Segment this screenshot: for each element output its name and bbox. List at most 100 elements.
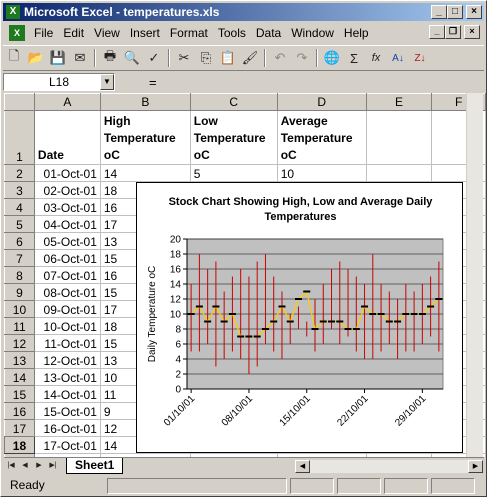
menu-help[interactable]: Help xyxy=(339,26,374,40)
row-header[interactable]: 11 xyxy=(4,317,35,335)
print-icon[interactable]: 🖶 xyxy=(99,47,121,69)
row-header[interactable]: 5 xyxy=(4,215,35,233)
tab-sheet1[interactable]: Sheet1 xyxy=(66,458,124,474)
function-icon[interactable]: fx xyxy=(365,47,387,69)
formula-equals[interactable]: = xyxy=(149,75,157,90)
date-cell[interactable]: 17-Oct-01 xyxy=(34,436,101,454)
row-header[interactable]: 17 xyxy=(4,419,35,437)
row-header[interactable]: 7 xyxy=(4,249,35,267)
previous-sheet-button[interactable]: ◀ xyxy=(18,459,32,473)
scroll-left-icon[interactable]: ◀ xyxy=(295,459,310,473)
name-box[interactable]: L18 ▼ xyxy=(3,73,115,91)
menu-window[interactable]: Window xyxy=(286,26,339,40)
row-header[interactable]: 14 xyxy=(4,368,35,386)
save-icon[interactable]: 💾 xyxy=(47,47,69,69)
date-cell[interactable]: 13-Oct-01 xyxy=(34,368,101,386)
vertical-scrollbar[interactable] xyxy=(466,93,483,457)
row-header[interactable]: 18 xyxy=(4,436,35,454)
email-icon[interactable]: ✉ xyxy=(69,47,91,69)
row-header[interactable]: 16 xyxy=(4,402,35,420)
stock-chart[interactable]: Stock Chart Showing High, Low and Averag… xyxy=(136,182,463,453)
column-header-a[interactable]: A xyxy=(33,93,101,111)
cell-a1[interactable]: Date xyxy=(34,110,101,165)
undo-icon[interactable]: ↶ xyxy=(269,47,291,69)
select-all-corner[interactable] xyxy=(4,93,35,111)
cell-c1[interactable]: Low Temperature oC xyxy=(190,110,278,165)
row-header[interactable]: 4 xyxy=(4,198,35,216)
row-header[interactable]: 1 xyxy=(4,110,35,165)
formula-input[interactable] xyxy=(165,73,465,91)
date-cell[interactable]: 16-Oct-01 xyxy=(34,419,101,437)
open-icon[interactable]: 📂 xyxy=(25,47,47,69)
sort-ascending-icon[interactable]: A↓ xyxy=(387,47,409,69)
menu-file[interactable]: File xyxy=(29,26,58,40)
date-cell[interactable]: 07-Oct-01 xyxy=(34,266,101,284)
menu-data[interactable]: Data xyxy=(251,26,286,40)
minimize-button[interactable]: _ xyxy=(431,5,447,19)
next-sheet-button[interactable]: ▶ xyxy=(32,459,46,473)
restore-button[interactable]: □ xyxy=(447,5,463,19)
sort-descending-icon[interactable]: Z↓ xyxy=(409,47,431,69)
column-header-c[interactable]: C xyxy=(189,93,278,111)
column-header-e[interactable]: E xyxy=(365,93,433,111)
cell-e1[interactable] xyxy=(366,110,433,165)
date-cell[interactable]: 12-Oct-01 xyxy=(34,351,101,369)
row-header[interactable]: 9 xyxy=(4,283,35,301)
workbook-restore-button[interactable]: ❐ xyxy=(445,25,461,39)
date-cell[interactable]: 06-Oct-01 xyxy=(34,249,101,267)
menu-format[interactable]: Format xyxy=(165,26,213,40)
date-cell[interactable]: 14-Oct-01 xyxy=(34,385,101,403)
menu-view[interactable]: View xyxy=(89,26,125,40)
format-painter-icon[interactable]: 🖌 xyxy=(239,47,261,69)
excel-app-icon[interactable]: X xyxy=(6,5,20,19)
date-cell[interactable]: 03-Oct-01 xyxy=(34,198,101,216)
cut-icon[interactable]: ✂ xyxy=(173,47,195,69)
column-header-b[interactable]: B xyxy=(99,93,191,111)
date-cell[interactable]: 02-Oct-01 xyxy=(34,181,101,199)
redo-icon[interactable]: ↷ xyxy=(291,47,313,69)
row-header[interactable]: 10 xyxy=(4,300,35,318)
chevron-down-icon[interactable]: ▼ xyxy=(100,74,114,90)
row-header[interactable]: 6 xyxy=(4,232,35,250)
row-header[interactable]: 12 xyxy=(4,334,35,352)
date-cell[interactable]: 15-Oct-01 xyxy=(34,402,101,420)
date-cell[interactable]: 04-Oct-01 xyxy=(34,215,101,233)
close-button[interactable]: × xyxy=(466,5,482,19)
column-header-d[interactable]: D xyxy=(276,93,367,111)
new-icon[interactable]: 🗋 xyxy=(3,47,25,69)
first-sheet-button[interactable]: |◀ xyxy=(4,459,18,473)
workbook-icon[interactable]: X xyxy=(9,25,25,41)
spelling-icon[interactable]: ✓ xyxy=(143,47,165,69)
autosum-icon[interactable]: Σ xyxy=(343,47,365,69)
date-cell[interactable]: 11-Oct-01 xyxy=(34,334,101,352)
date-cell[interactable]: 09-Oct-01 xyxy=(34,300,101,318)
print-preview-icon[interactable]: 🔍 xyxy=(121,47,143,69)
date-cell[interactable]: 05-Oct-01 xyxy=(34,232,101,250)
paste-icon[interactable]: 📋 xyxy=(217,47,239,69)
cell-b1[interactable]: High Temperature oC xyxy=(100,110,191,165)
menu-insert[interactable]: Insert xyxy=(125,26,165,40)
worksheet-grid[interactable]: A B C D E F 1 Date High Temperature oC L… xyxy=(4,93,486,457)
scroll-right-icon[interactable]: ▶ xyxy=(468,459,483,473)
high-cell[interactable]: 14 xyxy=(100,164,191,182)
row-header[interactable]: 13 xyxy=(4,351,35,369)
menu-edit[interactable]: Edit xyxy=(58,26,89,40)
row-header[interactable]: 15 xyxy=(4,385,35,403)
date-cell[interactable]: 10-Oct-01 xyxy=(34,317,101,335)
date-cell[interactable]: 08-Oct-01 xyxy=(34,283,101,301)
cell-d1[interactable]: Average Temperature oC xyxy=(277,110,367,165)
copy-icon[interactable]: ⎘ xyxy=(195,47,217,69)
workbook-minimize-button[interactable]: _ xyxy=(429,25,445,39)
last-sheet-button[interactable]: ▶| xyxy=(46,459,60,473)
low-cell[interactable]: 5 xyxy=(190,164,278,182)
average-cell[interactable]: 10 xyxy=(277,164,367,182)
menu-tools[interactable]: Tools xyxy=(213,26,251,40)
hyperlink-icon[interactable]: 🌐 xyxy=(321,47,343,69)
empty-cell[interactable] xyxy=(366,164,433,182)
row-header[interactable]: 8 xyxy=(4,266,35,284)
title-bar[interactable]: X Microsoft Excel - temperatures.xls _ □… xyxy=(3,3,484,21)
horizontal-scrollbar[interactable]: ◀ ▶ xyxy=(294,458,484,474)
workbook-close-button[interactable]: × xyxy=(464,25,480,39)
row-header[interactable]: 3 xyxy=(4,181,35,199)
date-cell[interactable]: 01-Oct-01 xyxy=(34,164,101,182)
